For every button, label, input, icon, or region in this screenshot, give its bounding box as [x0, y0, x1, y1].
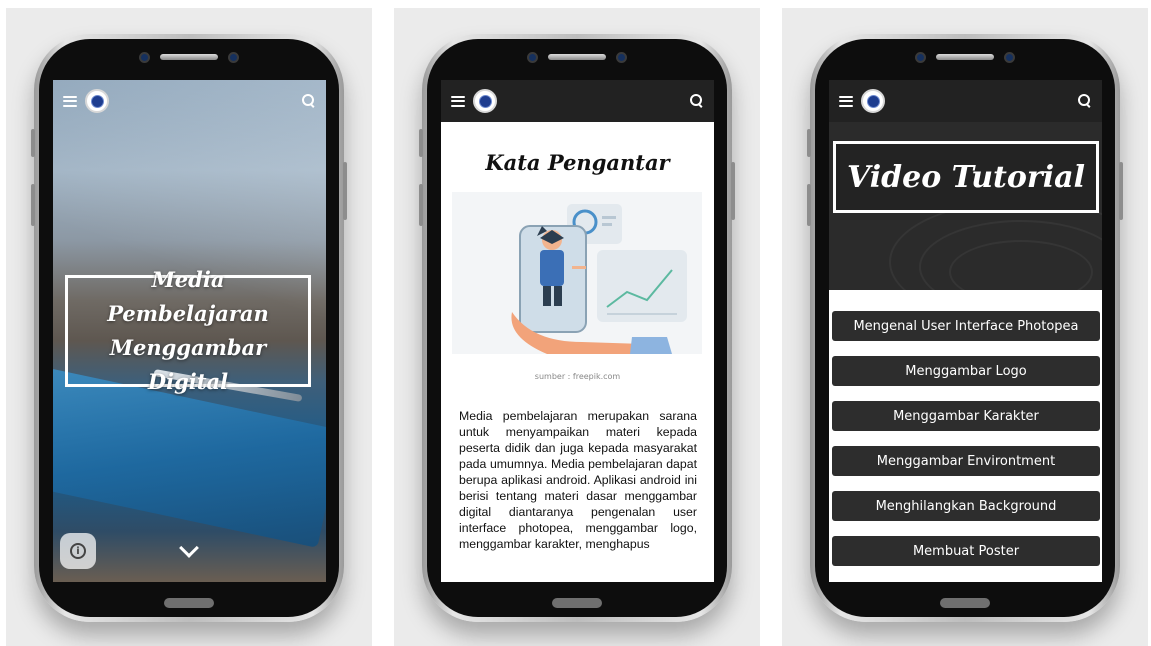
speaker-grill — [548, 54, 606, 60]
menu-icon[interactable] — [451, 95, 465, 107]
preface-screen: Kata Pengantar sumber: freepik.com Medi… — [441, 80, 714, 582]
power-button — [1119, 162, 1123, 220]
preface-body-text: Media pembelajaran merupakan sarana untu… — [459, 409, 697, 551]
home-indicator — [164, 598, 214, 608]
logo-icon — [473, 89, 497, 113]
sensor-icon — [228, 51, 239, 63]
volume-down-button — [419, 184, 423, 226]
home-screen: Media Pembelajaran Menggambar Digital i — [53, 80, 326, 582]
phone-camera-row — [34, 50, 344, 64]
app-bar — [53, 80, 326, 122]
search-icon[interactable] — [302, 94, 316, 108]
phone-frame: Video Tutorial Mengenal User Interface P… — [807, 34, 1123, 622]
video-tutorial-screen: Video Tutorial Mengenal User Interface P… — [829, 80, 1102, 582]
app-bar — [829, 80, 1102, 122]
app-title-line1: Media Pembelajaran — [107, 267, 269, 326]
search-icon[interactable] — [1078, 94, 1092, 108]
video-button-environment[interactable]: Menggambar Environtment — [832, 446, 1100, 476]
phone-camera-row — [422, 50, 732, 64]
page-title: Kata Pengantar — [485, 150, 670, 175]
speaker-grill — [936, 54, 994, 60]
phone-frame: Kata Pengantar sumber: freepik.com Medi… — [419, 34, 735, 622]
mockup-panel-home: Media Pembelajaran Menggambar Digital i — [6, 8, 372, 646]
title-frame: Media Pembelajaran Menggambar Digital — [65, 267, 311, 394]
mockup-panel-video-tutorial: Video Tutorial Mengenal User Interface P… — [782, 8, 1148, 646]
info-icon: i — [70, 543, 86, 559]
volume-up-button — [807, 129, 811, 157]
sensor-icon — [1004, 51, 1015, 63]
video-button-user-interface[interactable]: Mengenal User Interface Photopea — [832, 311, 1100, 341]
app-bar — [441, 80, 714, 122]
video-button-poster[interactable]: Membuat Poster — [832, 536, 1100, 566]
front-camera-icon — [915, 51, 926, 63]
page-title: Video Tutorial — [847, 159, 1085, 195]
volume-up-button — [419, 129, 423, 157]
home-indicator — [552, 598, 602, 608]
volume-up-button — [31, 129, 35, 157]
video-button-logo[interactable]: Menggambar Logo — [832, 356, 1100, 386]
illustration-image — [452, 192, 702, 354]
image-caption: sumber : freepik.com — [534, 372, 621, 381]
phone-camera-row — [810, 50, 1120, 64]
mockup-panel-preface: Kata Pengantar sumber: freepik.com Medi… — [394, 8, 760, 646]
volume-down-button — [807, 184, 811, 226]
power-button — [731, 162, 735, 220]
front-camera-icon — [527, 51, 538, 63]
app-title-line2: Menggambar Digital — [109, 335, 267, 394]
sensor-icon — [616, 51, 627, 63]
search-icon[interactable] — [690, 94, 704, 108]
info-button[interactable]: i — [60, 533, 96, 569]
video-list: Mengenal User Interface Photopea Menggam… — [832, 311, 1100, 581]
video-button-remove-background[interactable]: Menghilangkan Background — [832, 491, 1100, 521]
video-button-character[interactable]: Menggambar Karakter — [832, 401, 1100, 431]
logo-icon — [85, 89, 109, 113]
front-camera-icon — [139, 51, 150, 63]
home-indicator — [940, 598, 990, 608]
title-frame: Video Tutorial — [833, 141, 1099, 213]
logo-icon — [861, 89, 885, 113]
volume-down-button — [31, 184, 35, 226]
speaker-grill — [160, 54, 218, 60]
power-button — [343, 162, 347, 220]
menu-icon[interactable] — [839, 95, 853, 107]
menu-icon[interactable] — [63, 95, 77, 107]
phone-frame: Media Pembelajaran Menggambar Digital i — [31, 34, 347, 622]
